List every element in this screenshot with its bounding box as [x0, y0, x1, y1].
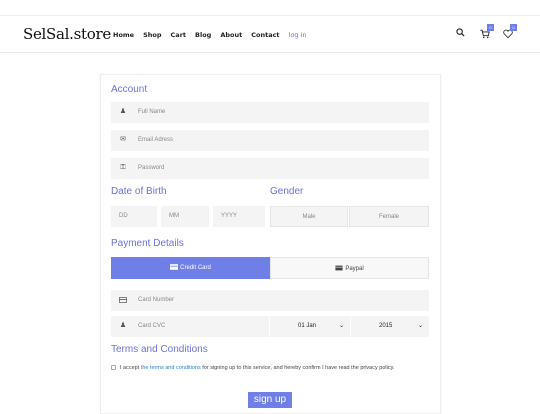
- credit-card-icon: [170, 264, 179, 271]
- payment-heading: Payment Details: [111, 238, 184, 249]
- gender-male-label: Male: [302, 214, 316, 220]
- main-nav: Home Shop Cart Blog About Contact log in: [113, 31, 315, 39]
- nav-login[interactable]: log in: [289, 31, 307, 39]
- paypal-tab[interactable]: Paypal: [270, 257, 429, 279]
- nav-about[interactable]: About: [220, 31, 242, 39]
- terms-text: I accept the terms and conditions for si…: [120, 364, 420, 373]
- nav-blog[interactable]: Blog: [195, 31, 211, 39]
- expiry-year-value: 2015: [379, 323, 393, 329]
- gender-female-label: Female: [378, 214, 399, 220]
- card-number-field[interactable]: Card Number: [111, 290, 429, 311]
- credit-card-icon: [119, 297, 127, 303]
- terms-text-post: for signing up to this service, and here…: [200, 365, 395, 371]
- cart-button[interactable]: 0: [480, 24, 494, 42]
- top-bar: [0, 0, 540, 16]
- expiry-year-select[interactable]: 2015 ⌄: [351, 316, 429, 337]
- dob-heading: Date of Birth: [111, 186, 167, 197]
- wishlist-count-badge: 0: [510, 24, 517, 31]
- terms-text-pre: I accept: [120, 365, 141, 371]
- dob-year-placeholder: YYYY: [221, 213, 238, 219]
- chevron-down-icon: ⌄: [338, 323, 344, 329]
- nav-cart[interactable]: Cart: [171, 31, 186, 39]
- dob-month-placeholder: MM: [169, 213, 179, 219]
- key-icon: ⚿: [120, 164, 126, 171]
- user-icon: ♟: [119, 108, 127, 115]
- email-placeholder: Email Adress: [138, 137, 174, 143]
- credit-card-label: Credit Card: [180, 265, 211, 271]
- terms-link[interactable]: the terms and conditions: [141, 365, 201, 371]
- envelope-icon: ✉: [120, 136, 126, 143]
- gender-heading: Gender: [270, 186, 304, 197]
- dob-day-placeholder: DD: [119, 213, 128, 219]
- dob-year-field[interactable]: YYYY: [213, 206, 265, 227]
- nav-contact[interactable]: Contact: [251, 31, 279, 39]
- terms-heading: Terms and Conditions: [111, 344, 208, 355]
- user-icon: ♟: [119, 322, 127, 329]
- expiry-month-value: 01 Jan: [298, 323, 317, 329]
- gender-male-option[interactable]: Male: [270, 206, 348, 227]
- search-icon[interactable]: [456, 28, 465, 37]
- wishlist-button[interactable]: 0: [503, 24, 517, 42]
- terms-checkbox[interactable]: [111, 365, 116, 370]
- dob-day-field[interactable]: DD: [111, 206, 157, 227]
- gender-female-option[interactable]: Female: [349, 206, 429, 227]
- paypal-label: Paypal: [345, 266, 364, 272]
- paypal-icon: [335, 266, 343, 271]
- card-number-placeholder: Card Number: [138, 297, 175, 303]
- brand-logo[interactable]: SelSal.store: [23, 25, 111, 43]
- full-name-placeholder: Full Name: [138, 109, 166, 115]
- credit-card-tab[interactable]: Credit Card: [111, 257, 270, 279]
- email-field[interactable]: ✉ Email Adress: [111, 130, 429, 151]
- password-field[interactable]: ⚿ Password: [111, 158, 429, 179]
- account-heading: Account: [111, 84, 148, 95]
- dob-month-field[interactable]: MM: [161, 206, 209, 227]
- nav-shop[interactable]: Shop: [143, 31, 161, 39]
- card-cvc-field[interactable]: ♟ Card CVC: [111, 316, 269, 337]
- expiry-month-select[interactable]: 01 Jan ⌄: [270, 316, 350, 337]
- chevron-down-icon: ⌄: [417, 323, 423, 329]
- card-cvc-placeholder: Card CVC: [138, 323, 166, 329]
- signup-button[interactable]: sign up: [248, 392, 292, 408]
- cart-count-badge: 0: [487, 24, 494, 31]
- nav-home[interactable]: Home: [113, 31, 134, 39]
- full-name-field[interactable]: ♟ Full Name: [111, 102, 429, 123]
- password-placeholder: Password: [138, 165, 165, 171]
